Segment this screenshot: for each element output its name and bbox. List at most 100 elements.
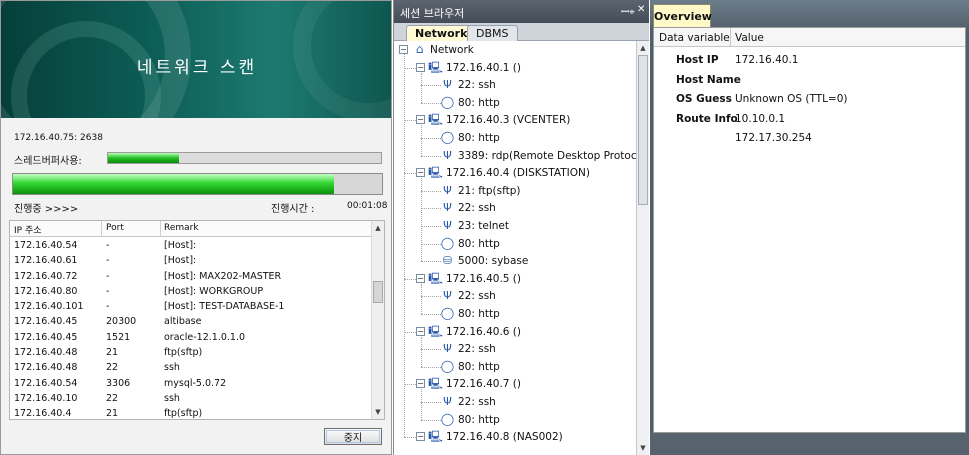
table-row[interactable]: 172.16.40.80 - [Host]: WORKGROUP [10, 285, 372, 300]
table-row[interactable]: 172.16.40.48 22 ssh [10, 361, 372, 376]
tree-node-label: 80: http [458, 413, 500, 426]
pin-icon[interactable]: ꟷ⌖ [621, 4, 635, 18]
tree-connector [404, 278, 416, 280]
tree-service[interactable]: ⛁ 5000: sybase [440, 252, 528, 269]
column-header-remark[interactable]: Remark [164, 223, 199, 233]
tree-root-network[interactable]: ⌂ Network [412, 41, 474, 58]
overview-row[interactable]: Route Info 10.10.0.1 [654, 109, 965, 128]
tree-host[interactable]: 🖳 172.16.40.7 () [428, 375, 521, 392]
tree-connector [404, 54, 405, 438]
table-row[interactable]: 172.16.40.45 20300 altibase [10, 315, 372, 330]
tree-service[interactable]: ◯ 80: http [440, 235, 500, 252]
column-header-ip[interactable]: IP 주소 [14, 223, 42, 236]
scroll-down-icon[interactable]: ▼ [637, 442, 649, 454]
tree-service[interactable]: Ψ 22: ssh [440, 340, 496, 357]
expand-host-toggle[interactable]: − [416, 273, 425, 283]
tree-host[interactable]: 🖳 172.16.40.3 (VCENTER) [428, 111, 570, 128]
overview-row[interactable]: 172.17.30.254 [654, 128, 965, 147]
tree-connector [421, 138, 441, 139]
column-header-value[interactable]: Value [735, 32, 764, 44]
overview-row[interactable]: Host Name [654, 70, 965, 89]
column-header-port[interactable]: Port [106, 223, 124, 233]
tree-host[interactable]: 🖳 172.16.40.5 () [428, 270, 521, 287]
tree-connector [421, 283, 422, 314]
column-separator[interactable] [730, 28, 731, 47]
scroll-up-icon[interactable]: ▲ [372, 222, 384, 234]
tree-service[interactable]: Ψ 22: ssh [440, 287, 496, 304]
overview-value: Unknown OS (TTL=0) [735, 93, 848, 105]
scan-results-table[interactable]: IP 주소 Port Remark 172.16.40.54- [Host]: 17… [9, 220, 385, 420]
cell-remark: ssh [164, 392, 180, 404]
table-row[interactable]: 172.16.40.101 - [Host]: TEST-DATABASE-1 [10, 300, 372, 315]
expand-host-toggle[interactable]: − [416, 168, 425, 178]
cell-remark: [Host]: MAX202-MASTER [164, 270, 282, 282]
tree-node-label: 23: telnet [458, 220, 509, 232]
expand-root-toggle[interactable]: − [399, 45, 408, 54]
expand-host-toggle[interactable]: − [416, 432, 425, 442]
tree-service[interactable]: Ψ 3389: rdp(Remote Desktop Protocol) [440, 147, 637, 164]
panel-title: 세션 브라우저 [400, 7, 465, 20]
tree-host[interactable]: 🖳 172.16.40.1 () [428, 59, 521, 76]
cell-ip: 172.16.40.48 [14, 347, 78, 359]
thread-buffer-label: 스레드버퍼사용: [14, 156, 82, 167]
scroll-thumb[interactable] [638, 55, 648, 205]
tree-host[interactable]: 🖳 172.16.40.4 (DISKSTATION) [428, 164, 590, 181]
tree-service[interactable]: ◯ 80: http [440, 411, 500, 428]
tree-host[interactable]: 🖳 172.16.40.6 () [428, 323, 521, 340]
column-separator[interactable] [101, 221, 102, 237]
tree-service[interactable]: ◯ 80: http [440, 94, 500, 111]
cell-port: 22 [106, 392, 119, 404]
http-service-icon: ◯ [440, 130, 455, 144]
column-separator[interactable] [160, 221, 161, 237]
thread-buffer-bar [107, 152, 382, 164]
overview-row[interactable]: Host IP 172.16.40.1 [654, 50, 965, 69]
scroll-up-icon[interactable]: ▲ [637, 42, 649, 54]
tree-host[interactable]: 🖳 172.16.40.8 (NAS002) [428, 428, 563, 445]
overview-variable: Host Name [676, 73, 741, 86]
tree-service[interactable]: ◯ 80: http [440, 358, 500, 375]
cell-remark: ssh [164, 362, 180, 374]
overview-row[interactable]: OS Guess Unknown OS (TTL=0) [654, 89, 965, 108]
tree-service[interactable]: Ψ 22: ssh [440, 393, 496, 410]
tree-scrollbar[interactable]: ▲ ▼ [636, 41, 649, 455]
computer-icon: 🖳 [428, 271, 443, 285]
expand-host-toggle[interactable]: − [416, 115, 425, 125]
scroll-thumb[interactable] [373, 281, 383, 303]
table-row[interactable]: 172.16.40.54 - [Host]: [10, 239, 372, 254]
table-row[interactable]: 172.16.40.45 1521 oracle-12.1.0.1.0 [10, 331, 372, 346]
stop-button[interactable]: 중지 [324, 428, 382, 445]
scan-progress-fill [13, 174, 335, 194]
tree-service[interactable]: Ψ 23: telnet [440, 217, 509, 234]
network-tree[interactable]: − ⌂ Network − 🖳 172.16.40.1 () Ψ 22: ssh ◯ 80: ht… [394, 41, 637, 455]
table-scrollbar[interactable]: ▲ ▼ [371, 221, 384, 419]
tree-connector [421, 402, 441, 403]
scroll-down-icon[interactable]: ▼ [372, 406, 384, 418]
cell-port: - [106, 240, 110, 251]
overview-variable: OS Guess [676, 93, 732, 105]
tab-overview[interactable]: Overview [653, 4, 712, 27]
column-header-variable[interactable]: Data variable [659, 32, 730, 44]
table-row[interactable]: 172.16.40.54 3306 mysql-5.0.72 [10, 377, 372, 392]
expand-host-toggle[interactable]: − [416, 379, 425, 389]
cell-ip: 172.16.40.54 [14, 240, 78, 251]
table-row[interactable]: 172.16.40.48 21 ftp(sftp) [10, 346, 372, 361]
table-row[interactable]: 172.16.40.4 21 ftp(sftp) [10, 407, 372, 419]
table-row[interactable]: 172.16.40.61 - [Host]: [10, 254, 372, 269]
expand-host-toggle[interactable]: − [416, 62, 425, 72]
cell-ip: 172.16.40.10 [14, 392, 78, 404]
table-row[interactable]: 172.16.40.10 22 ssh [10, 392, 372, 407]
tree-service[interactable]: Ψ 22: ssh [440, 199, 496, 216]
tree-service[interactable]: Ψ 21: ftp(sftp) [440, 182, 521, 199]
tab-network[interactable]: Network [406, 25, 477, 41]
tab-dbms[interactable]: DBMS [467, 25, 518, 41]
close-icon[interactable]: ✕ [637, 4, 645, 15]
tree-node-label: 80: http [458, 360, 500, 373]
cell-port: 1521 [106, 331, 131, 343]
tree-service[interactable]: ◯ 80: http [440, 305, 500, 322]
tree-node-label: 21: ftp(sftp) [458, 184, 521, 197]
expand-host-toggle[interactable]: − [416, 326, 425, 336]
tree-service[interactable]: Ψ 22: ssh [440, 76, 496, 93]
tree-connector [404, 173, 416, 175]
tree-service[interactable]: ◯ 80: http [440, 129, 500, 146]
table-row[interactable]: 172.16.40.72 - [Host]: MAX202-MASTER [10, 270, 372, 285]
